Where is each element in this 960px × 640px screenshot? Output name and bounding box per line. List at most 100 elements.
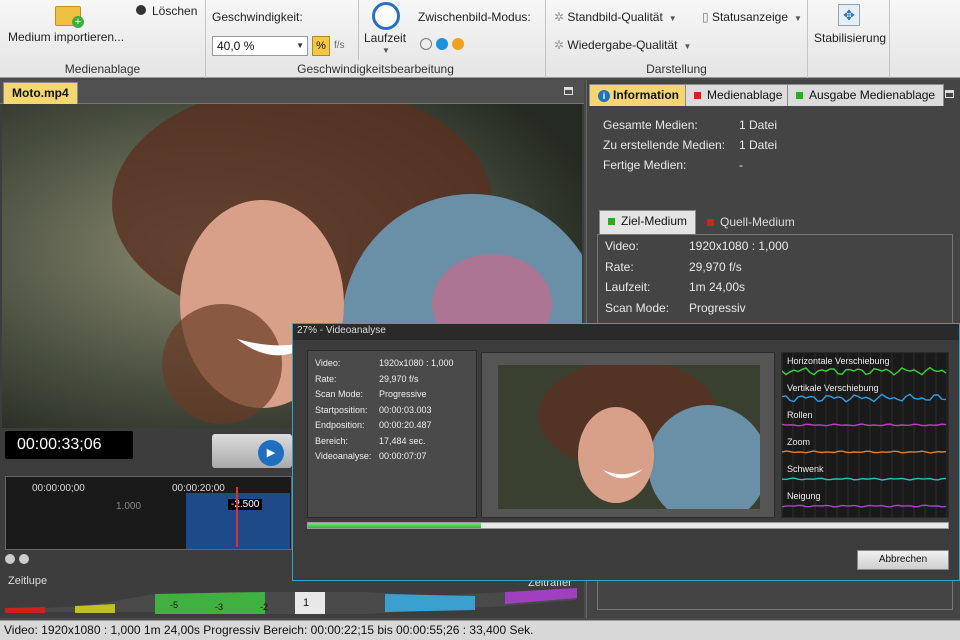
tab-information[interactable]: i Information [589,84,688,106]
fps-unit: f/s [334,40,345,51]
analysis-preview [481,352,775,518]
interframe-label: Zwischenbild-Modus: [418,10,531,24]
graph-label: Rollen [787,410,813,420]
stabilize-button[interactable]: Stabilisierung [814,31,886,45]
plus-icon: + [72,16,84,28]
analysis-value: 00:00:07:07 [379,451,427,461]
timeline-start: 00:00:00;00 [32,483,85,494]
tab-label: Information [613,88,679,102]
tab-label: Ziel-Medium [621,214,688,228]
timeline[interactable]: 00:00:00;00 00:00:20;00 1.000 -2.500 [5,476,292,550]
analysis-value: 1920x1080 : 1,000 [379,358,454,368]
maximize-icon[interactable] [945,90,954,98]
tab-label: Ausgabe Medienablage [809,88,936,102]
zoom-in-icon[interactable] [19,554,29,564]
curve-mark-1: -3 [215,602,223,612]
zoom-out-icon[interactable] [5,554,15,564]
gear-icon: ✲ [554,38,568,52]
separator [358,0,359,60]
speed-curve[interactable]: -5 -3 -2 1 [5,586,577,616]
analysis-label: Scan Mode: [315,389,364,399]
status-display-button[interactable]: ▯ Statusanzeige ▼ [702,10,802,24]
analysis-value: 17,484 sec. [379,435,426,446]
playback-quality-button[interactable]: ✲ Wiedergabe-Qualität ▼ [554,38,691,52]
speed-select[interactable]: 40,0 % ▼ [212,36,308,56]
medium-label-runtime: Laufzeit: [605,280,651,294]
tab-label: Medienablage [707,88,783,102]
preview-frame [498,365,760,509]
graph-line [781,366,947,376]
video-analysis-dialog: 27% - Videoanalyse Video: 1920x1080 : 1,0… [292,323,960,581]
info-value-done: - [739,158,743,172]
tab-medienablage[interactable]: Medienablage [685,84,792,106]
playhead[interactable] [236,487,238,547]
tab-ausgabe[interactable]: Ausgabe Medienablage [787,84,945,106]
group-stabilize: ✥ Stabilisierung [808,0,890,78]
interframe-off-radio[interactable] [420,38,432,50]
medium-value-video: 1920x1080 : 1,000 [689,239,789,253]
tab-quell-medium[interactable]: Quell-Medium [699,212,803,234]
chevron-down-icon: ▼ [296,41,304,50]
graph-label: Neigung [787,491,821,501]
gear-icon: ✲ [554,10,568,24]
curve-mark-0: -5 [170,600,178,610]
percent-toggle-button[interactable]: % [312,36,330,56]
analysis-value: 29,970 f/s [379,373,419,384]
analysis-label: Startposition: [315,404,368,415]
still-quality-button[interactable]: ✲ Standbild-Qualität ▼ [554,10,677,24]
status-bar: Video: 1920x1080 : 1,000 1m 24,00s Progr… [0,620,960,640]
page-icon: ▯ [702,10,712,24]
chevron-down-icon: ▼ [668,14,677,23]
delete-icon[interactable] [136,5,146,15]
ribbon: + Medium importieren... Löschen Medienab… [0,0,960,78]
analysis-label: Rate: [315,373,337,384]
red-dot-icon [707,219,714,227]
info-label-total: Gesamte Medien: [603,118,698,132]
green-dot-icon [608,218,615,226]
scale-mark: 1.000 [116,501,142,512]
tab-ziel-medium[interactable]: Ziel-Medium [599,210,697,234]
analysis-value: 00:00:20.487 [379,420,432,430]
import-media-button[interactable]: Medium importieren... [8,30,124,44]
info-label-pending: Zu erstellende Medien: [603,138,726,152]
maximize-icon[interactable] [564,87,573,95]
graph-line [781,393,947,403]
chevron-down-icon: ▼ [382,46,390,55]
stabilize-icon[interactable]: ✥ [838,4,860,26]
delete-button[interactable]: Löschen [152,4,197,18]
play-button[interactable]: ▶ [258,440,284,466]
cancel-button[interactable]: Abbrechen [857,550,949,570]
group-display: ✲ Standbild-Qualität ▼ ▯ Statusanzeige ▼ ✲… [546,0,808,78]
analysis-label: Bereich: [315,435,349,446]
interframe-plus-icon[interactable] [452,38,464,50]
medium-label-scan: Scan Mode: [605,301,670,315]
analysis-value: Progressive [379,389,427,399]
runtime-button[interactable]: Laufzeit [364,31,406,45]
status-display-label: Statusanzeige [711,10,788,24]
info-label-done: Fertige Medien: [603,158,687,172]
group-label: Darstellung [646,62,707,76]
curve-mark-2: -2 [260,602,268,612]
graph-line [781,477,947,481]
preview-tabbar: Moto.mp4 [0,80,584,104]
analysis-value: 00:00:03.003 [379,404,432,415]
graph-label: Schwenk [787,464,824,474]
clock-icon[interactable] [372,2,400,30]
tab-moto[interactable]: Moto.mp4 [3,82,78,104]
chevron-down-icon: ▼ [794,14,802,23]
graph-label: Vertikale Verschiebung [787,383,879,393]
chevron-down-icon: ▼ [683,42,692,51]
analysis-label: Video: [315,358,341,368]
analysis-label: Videoanalyse: [315,451,372,461]
medium-label-video: Video: [605,239,639,253]
progress-bar [307,522,949,529]
info-value-total: 1 Datei [739,118,778,132]
red-dot-icon [694,92,701,100]
graph-line [781,423,947,427]
graph-line [781,450,947,454]
timecode-display: 00:00:33;06 [5,431,133,459]
dialog-title: 27% - Videoanalyse [293,324,959,340]
analysis-label: Endposition: [315,420,365,430]
medium-label-rate: Rate: [605,260,634,274]
interframe-minus-icon[interactable] [436,38,448,50]
